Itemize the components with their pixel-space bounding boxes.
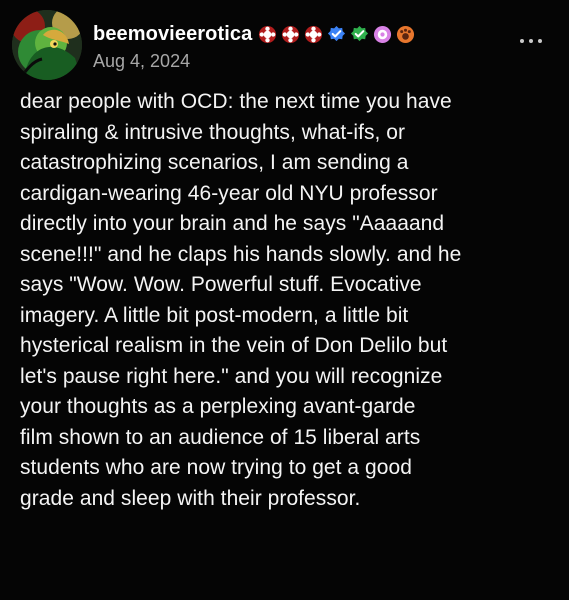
more-options-icon <box>529 39 533 43</box>
post-header: beemovieerotica Aug 4, 2024 <box>12 10 557 80</box>
post-meta: beemovieerotica Aug 4, 2024 <box>93 20 503 72</box>
post-date: Aug 4, 2024 <box>93 51 191 71</box>
post-body-line: let's pause right here." and you will re… <box>20 364 443 388</box>
post-body-line: students who are now trying to get a goo… <box>20 456 412 479</box>
post-body-line: cardigan-wearing 46-year old NYU profess… <box>20 181 438 205</box>
post-body: dear people with OCD: the next time you … <box>20 87 556 514</box>
name-row: beemovieerotica <box>93 20 503 48</box>
post-body-line: your thoughts as a perplexing avant-gard… <box>20 395 416 418</box>
post-body-line: says "Wow. Wow. Powerful stuff. Evocativ… <box>20 273 422 296</box>
post-body-line: hysterical realism in the vein of Don De… <box>20 334 448 357</box>
username-link[interactable]: beemovieerotica <box>93 23 252 46</box>
flower-badge-icon <box>305 25 323 43</box>
flower-badge-icon <box>282 25 300 43</box>
post-body-line: directly into your brain and he says "Aa… <box>20 212 445 235</box>
post-body-line: scene!!!" and he claps his hands slowly.… <box>20 242 462 266</box>
post-body-line: film shown to an audience of 15 liberal … <box>20 425 421 449</box>
more-options-icon <box>538 39 542 43</box>
post-body-line: catastrophizing scenarios, I am sending … <box>20 151 409 174</box>
more-options-button[interactable] <box>514 33 548 49</box>
more-options-icon <box>520 39 524 43</box>
post-body-line: dear people with OCD: the next time you … <box>20 90 452 113</box>
purple-flower-badge-icon <box>374 25 392 43</box>
avatar[interactable] <box>12 10 82 80</box>
post-body-line: grade and sleep with their professor. <box>20 486 361 510</box>
flower-badge-icon <box>259 25 277 43</box>
orange-paw-badge-icon <box>397 25 415 43</box>
green-check-badge-icon <box>351 25 369 41</box>
post-body-line: spiraling & intrusive thoughts, what-ifs… <box>20 120 406 144</box>
verified-badge-icon <box>328 25 346 41</box>
post-body-line: imagery. A little bit post-modern, a lit… <box>20 303 409 327</box>
post-card: beemovieerotica Aug 4, 2024 dear people … <box>0 0 569 600</box>
